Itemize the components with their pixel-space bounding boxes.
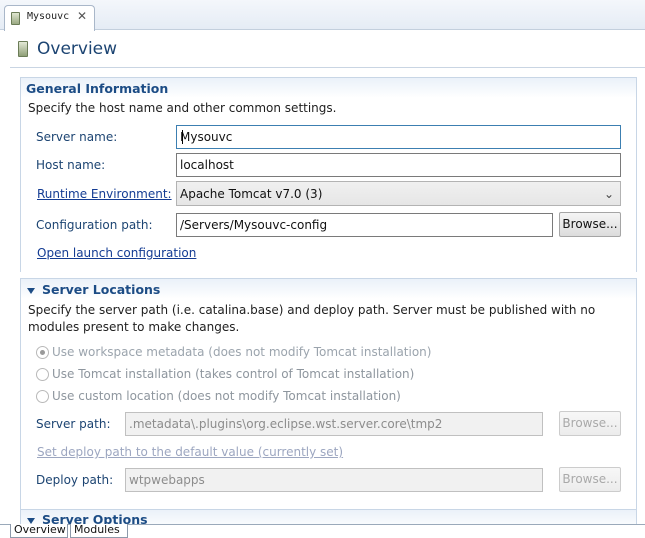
server-name-value: Mysouvc bbox=[180, 130, 233, 144]
host-name-value: localhost bbox=[180, 158, 234, 172]
radio-option-tomcat[interactable]: Use Tomcat installation (takes control o… bbox=[36, 367, 436, 384]
header-divider bbox=[10, 67, 645, 68]
chevron-down-icon: ⌄ bbox=[603, 187, 614, 201]
host-name-input[interactable]: localhost bbox=[176, 153, 621, 177]
general-description: Specify the host name and other common s… bbox=[28, 101, 337, 115]
server-path-input[interactable]: .metadata\.plugins\org.eclipse.wst.serve… bbox=[125, 412, 543, 436]
text-cursor bbox=[182, 130, 183, 144]
server-icon bbox=[11, 12, 20, 25]
radio-button[interactable] bbox=[36, 390, 49, 403]
server-path-label: Server path: bbox=[36, 417, 111, 431]
server-name-input[interactable]: Mysouvc bbox=[176, 125, 621, 149]
deploy-path-input[interactable]: wtpwebapps bbox=[125, 468, 543, 492]
radio-label: Use workspace metadata (does not modify … bbox=[52, 345, 432, 359]
server-name-label: Server name: bbox=[36, 130, 118, 144]
server-icon bbox=[18, 41, 28, 57]
runtime-environment-value: Apache Tomcat v7.0 (3) bbox=[180, 187, 323, 201]
browse-server-path-button[interactable]: Browse... bbox=[559, 411, 621, 436]
editor-tab-label: Mysouvc bbox=[27, 11, 70, 22]
runtime-environment-select[interactable]: Apache Tomcat v7.0 (3) ⌄ bbox=[176, 181, 621, 206]
editor-tab[interactable]: Mysouvc ✕ bbox=[4, 5, 95, 31]
configuration-path-value: /Servers/Mysouvc-config bbox=[180, 218, 328, 232]
section-title-general: General Information bbox=[26, 81, 169, 96]
section-title-locations[interactable]: Server Locations bbox=[42, 282, 160, 297]
configuration-path-input[interactable]: /Servers/Mysouvc-config bbox=[176, 213, 553, 237]
collapse-triangle-icon[interactable] bbox=[27, 288, 35, 294]
radio-label: Use Tomcat installation (takes control o… bbox=[52, 367, 415, 381]
radio-option-workspace[interactable]: Use workspace metadata (does not modify … bbox=[36, 345, 436, 362]
server-path-value: .metadata\.plugins\org.eclipse.wst.serve… bbox=[129, 417, 443, 431]
locations-description: Specify the server path (i.e. catalina.b… bbox=[28, 303, 596, 334]
runtime-environment-link[interactable]: Runtime Environment: bbox=[37, 187, 172, 201]
browse-config-button[interactable]: Browse... bbox=[559, 212, 621, 237]
configuration-path-label: Configuration path: bbox=[36, 218, 153, 232]
radio-label: Use custom location (does not modify Tom… bbox=[52, 389, 401, 403]
set-deploy-path-link[interactable]: Set deploy path to the default value (cu… bbox=[37, 445, 343, 459]
radio-button[interactable] bbox=[36, 368, 49, 381]
browse-deploy-path-button[interactable]: Browse... bbox=[559, 467, 621, 492]
tab-overview[interactable]: Overview bbox=[10, 524, 68, 538]
host-name-label: Host name: bbox=[36, 158, 106, 172]
deploy-path-label: Deploy path: bbox=[36, 473, 114, 487]
page-title: Overview bbox=[37, 39, 118, 59]
close-icon[interactable]: ✕ bbox=[77, 9, 87, 23]
tab-modules[interactable]: Modules bbox=[70, 524, 128, 538]
open-launch-configuration-link[interactable]: Open launch configuration bbox=[37, 246, 196, 260]
editor-tab-strip bbox=[0, 0, 645, 30]
deploy-path-value: wtpwebapps bbox=[129, 473, 205, 487]
radio-option-custom[interactable]: Use custom location (does not modify Tom… bbox=[36, 389, 436, 406]
radio-button[interactable] bbox=[36, 346, 49, 359]
